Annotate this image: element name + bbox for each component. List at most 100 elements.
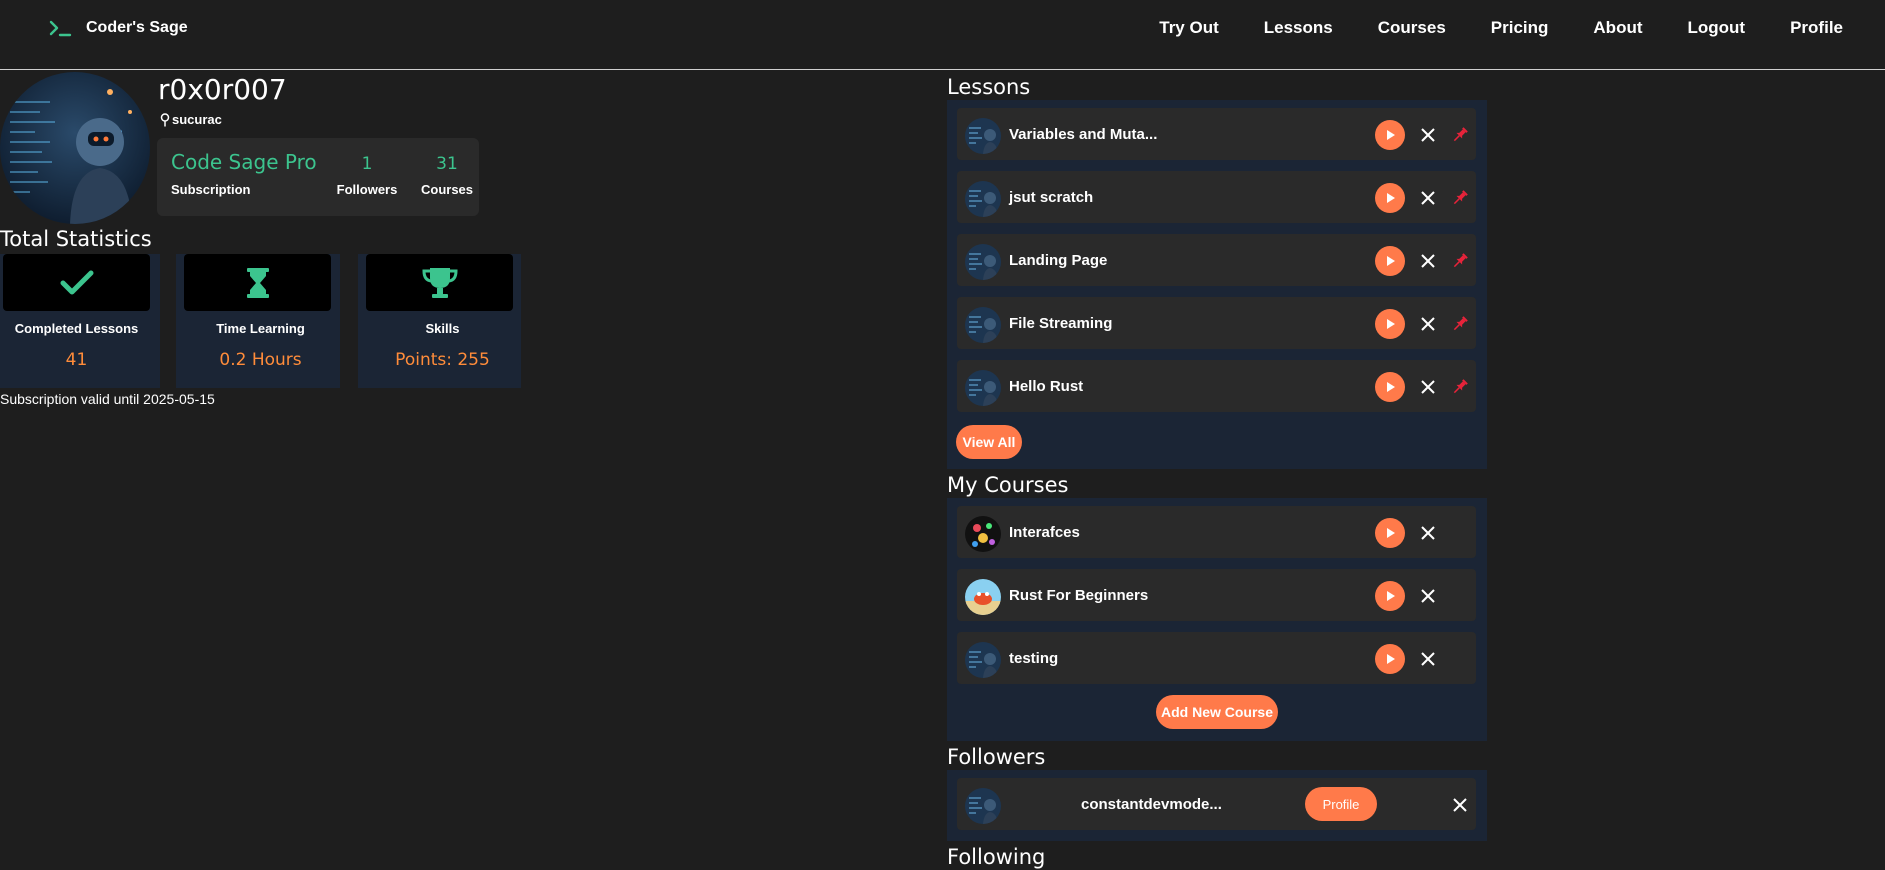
brand-name: Coder's Sage: [86, 19, 188, 36]
remove-button[interactable]: [1415, 646, 1441, 672]
lesson-row[interactable]: Landing Page: [957, 234, 1476, 286]
remove-button[interactable]: [1415, 583, 1441, 609]
lesson-title[interactable]: Landing Page: [1009, 252, 1107, 269]
remove-button[interactable]: [1415, 248, 1441, 274]
followers-label: Followers: [336, 182, 398, 197]
stat-label: Time Learning: [216, 321, 305, 336]
nav-logout[interactable]: Logout: [1688, 18, 1746, 38]
remove-button[interactable]: [1415, 520, 1441, 546]
play-icon: [1387, 382, 1395, 392]
follower-profile-button[interactable]: Profile: [1305, 787, 1377, 821]
play-button[interactable]: [1375, 309, 1405, 339]
pin-icon: [1453, 127, 1468, 142]
pin-button[interactable]: [1447, 122, 1473, 148]
close-icon: [1421, 652, 1435, 666]
nav-lessons[interactable]: Lessons: [1264, 18, 1333, 38]
course-row[interactable]: testing: [957, 632, 1476, 684]
play-button[interactable]: [1375, 246, 1405, 276]
close-icon: [1421, 589, 1435, 603]
lesson-row[interactable]: Hello Rust: [957, 360, 1476, 412]
pin-icon: [1453, 379, 1468, 394]
follower-avatar: [965, 788, 1001, 824]
remove-button[interactable]: [1415, 185, 1441, 211]
stat-value: Points: 255: [395, 350, 490, 370]
play-icon: [1387, 256, 1395, 266]
lessons-title: Lessons: [947, 75, 1031, 99]
nav-pricing[interactable]: Pricing: [1491, 18, 1549, 38]
stat-value: 41: [65, 350, 88, 370]
subscription-name: Code Sage Pro: [171, 150, 317, 174]
stat-label: Completed Lessons: [14, 321, 139, 336]
course-title[interactable]: Rust For Beginners: [1009, 587, 1148, 604]
stat-label: Skills: [425, 321, 460, 336]
course-thumbnail: [965, 642, 1001, 678]
view-all-button[interactable]: View All: [956, 425, 1022, 459]
brand[interactable]: Coder's Sage: [48, 16, 188, 40]
following-title: Following: [947, 845, 1046, 869]
lesson-title[interactable]: Hello Rust: [1009, 378, 1083, 395]
stat-icon-box: [3, 254, 150, 311]
stat-card-time-learning: Time Learning 0.2 Hours: [176, 254, 340, 388]
nav-profile[interactable]: Profile: [1790, 18, 1843, 38]
my-courses-title: My Courses: [947, 473, 1069, 497]
nav-try-out[interactable]: Try Out: [1159, 18, 1219, 38]
play-button[interactable]: [1375, 581, 1405, 611]
pin-icon: [1453, 253, 1468, 268]
course-row[interactable]: Interafces: [957, 506, 1476, 558]
course-title[interactable]: testing: [1009, 650, 1058, 667]
play-icon: [1387, 193, 1395, 203]
stat-card-skills: Skills Points: 255: [358, 254, 521, 388]
statistics-title: Total Statistics: [0, 227, 152, 251]
play-button[interactable]: [1375, 644, 1405, 674]
play-icon: [1387, 591, 1395, 601]
pin-button[interactable]: [1447, 311, 1473, 337]
add-new-course-button[interactable]: Add New Course: [1156, 695, 1278, 729]
course-title[interactable]: Interafces: [1009, 524, 1080, 541]
location: sucurac: [160, 112, 222, 127]
pin-button[interactable]: [1447, 374, 1473, 400]
followers-panel: constantdevmode... Profile: [947, 770, 1487, 841]
lesson-title[interactable]: jsut scratch: [1009, 189, 1093, 206]
remove-button[interactable]: [1415, 311, 1441, 337]
lesson-thumbnail: [965, 370, 1001, 406]
course-thumbnail: [965, 579, 1001, 615]
lesson-row[interactable]: jsut scratch: [957, 171, 1476, 223]
play-button[interactable]: [1375, 372, 1405, 402]
lesson-title[interactable]: File Streaming: [1009, 315, 1112, 332]
nav-about[interactable]: About: [1593, 18, 1642, 38]
avatar: [0, 72, 150, 224]
remove-button[interactable]: [1415, 374, 1441, 400]
pin-button[interactable]: [1447, 185, 1473, 211]
trophy-icon: [421, 267, 458, 298]
play-icon: [1387, 130, 1395, 140]
follower-name[interactable]: constantdevmode...: [1081, 796, 1222, 813]
terminal-icon: [49, 20, 72, 37]
lesson-thumbnail: [965, 307, 1001, 343]
nav-links: Try Out Lessons Courses Pricing About Lo…: [1159, 18, 1843, 38]
pin-button[interactable]: [1447, 248, 1473, 274]
close-icon: [1421, 191, 1435, 205]
lesson-thumbnail: [965, 244, 1001, 280]
course-row[interactable]: Rust For Beginners: [957, 569, 1476, 621]
stat-value: 0.2 Hours: [219, 350, 302, 370]
lesson-row[interactable]: Variables and Muta...: [957, 108, 1476, 160]
courses-count: 31: [436, 154, 458, 174]
nav-courses[interactable]: Courses: [1378, 18, 1446, 38]
my-courses-panel: Interafces Rust For Beginners testing Ad…: [947, 498, 1487, 741]
follower-row: constantdevmode... Profile: [957, 778, 1476, 830]
location-pin-icon: [160, 112, 170, 126]
play-button[interactable]: [1375, 183, 1405, 213]
check-icon: [60, 270, 93, 294]
close-icon: [1421, 526, 1435, 540]
remove-button[interactable]: [1415, 122, 1441, 148]
lesson-row[interactable]: File Streaming: [957, 297, 1476, 349]
lesson-title[interactable]: Variables and Muta...: [1009, 126, 1157, 143]
subscription-info-box: Code Sage Pro Subscription 1 Followers 3…: [157, 138, 479, 216]
subscription-valid-text: Subscription valid until 2025-05-15: [0, 391, 215, 407]
play-button[interactable]: [1375, 518, 1405, 548]
play-button[interactable]: [1375, 120, 1405, 150]
hourglass-icon: [246, 267, 269, 298]
remove-follower-button[interactable]: [1447, 792, 1473, 818]
navbar: Coder's Sage Try Out Lessons Courses Pri…: [0, 0, 1885, 70]
close-icon: [1421, 254, 1435, 268]
